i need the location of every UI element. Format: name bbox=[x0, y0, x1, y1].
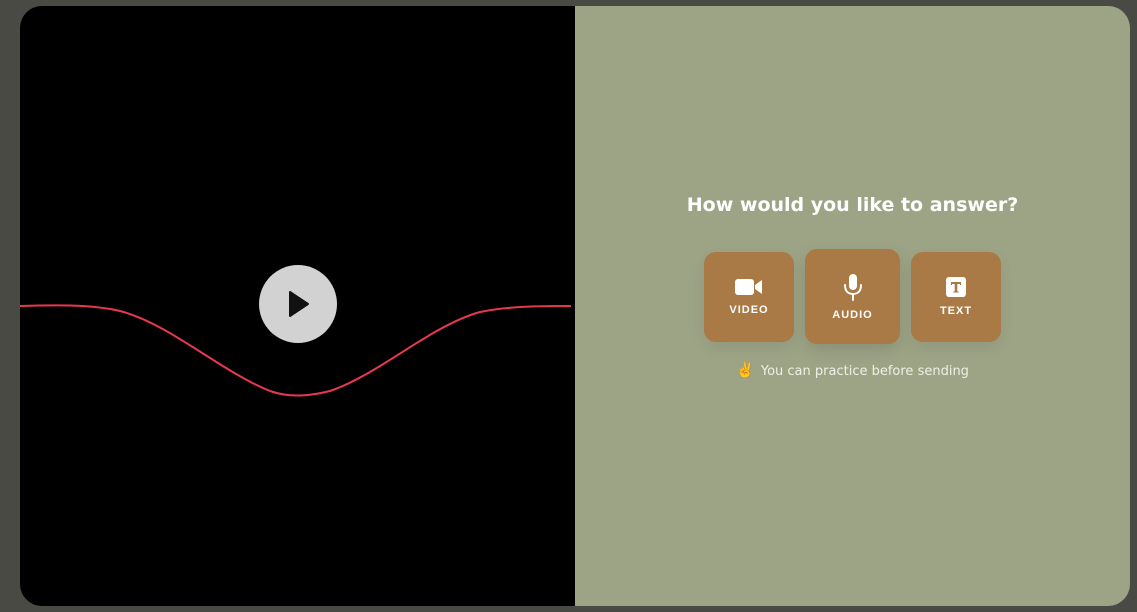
recording-frame: How would you like to answer? VIDEO AUDI… bbox=[20, 6, 1130, 606]
practice-hint-text: You can practice before sending bbox=[760, 364, 969, 379]
text-answer-label: TEXT bbox=[939, 304, 973, 317]
microphone-icon bbox=[843, 273, 863, 301]
audio-answer-button[interactable]: AUDIO bbox=[805, 249, 900, 344]
answer-prompt: How would you like to answer? bbox=[686, 194, 1019, 216]
practice-hint: ✌️ You can practice before sending bbox=[575, 361, 1130, 379]
video-player[interactable] bbox=[20, 6, 575, 606]
peace-hand-icon: ✌️ bbox=[736, 361, 755, 379]
video-answer-label: VIDEO bbox=[729, 303, 769, 316]
video-answer-button[interactable]: VIDEO bbox=[704, 251, 794, 342]
audio-answer-label: AUDIO bbox=[832, 308, 873, 321]
answer-options: VIDEO AUDIO TEXT bbox=[575, 249, 1130, 344]
video-camera-icon bbox=[735, 278, 763, 296]
play-button[interactable] bbox=[259, 265, 337, 343]
text-answer-button[interactable]: TEXT bbox=[911, 251, 1001, 342]
text-icon bbox=[946, 276, 966, 297]
play-icon bbox=[286, 290, 310, 318]
answer-panel: How would you like to answer? VIDEO AUDI… bbox=[575, 6, 1130, 606]
